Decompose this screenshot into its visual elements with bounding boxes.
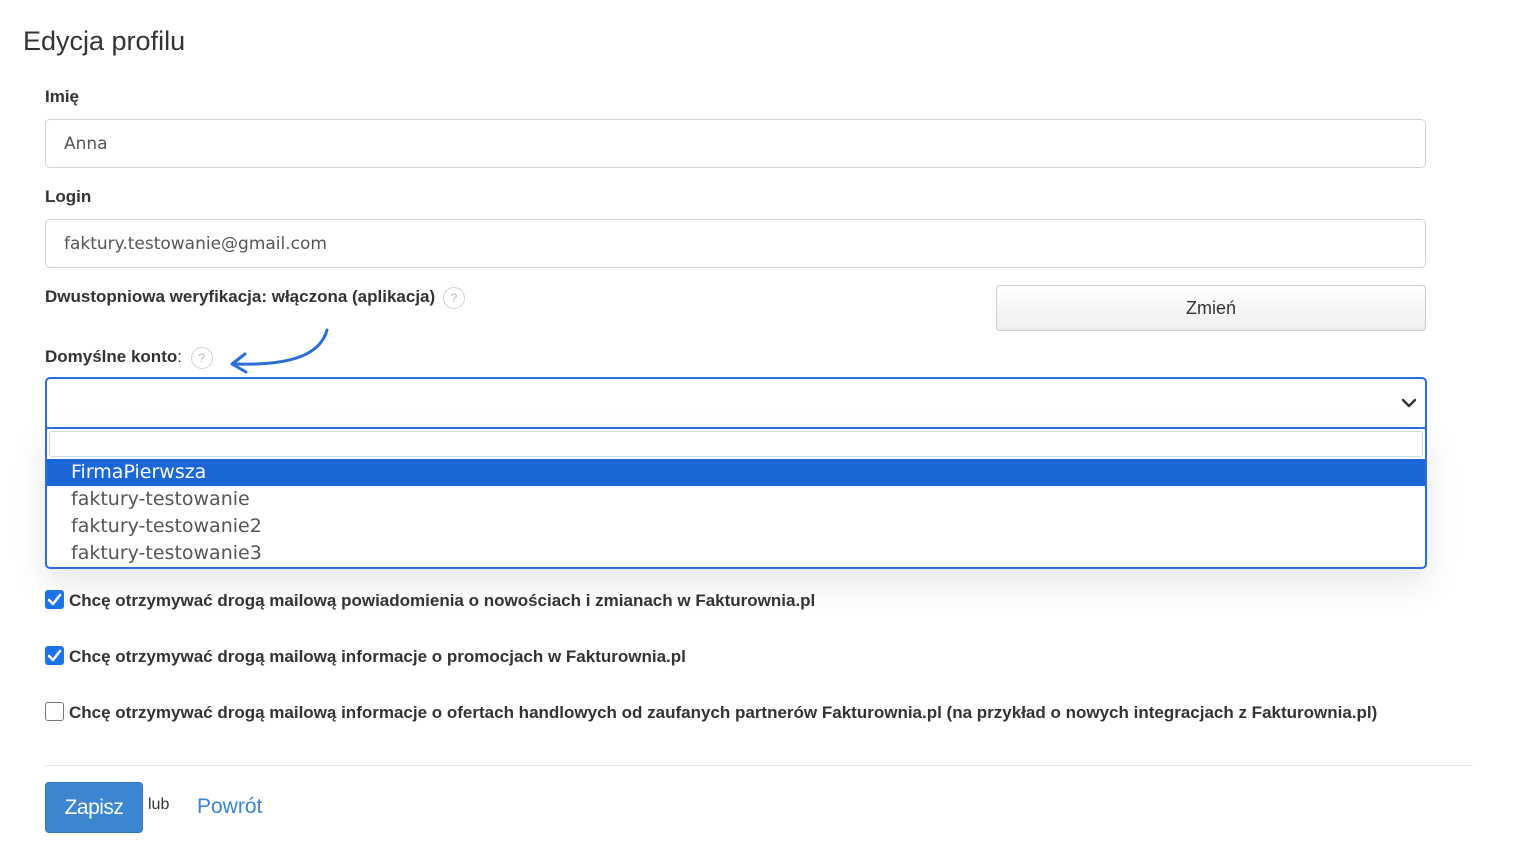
back-link[interactable]: Powrót bbox=[197, 795, 262, 819]
save-button[interactable]: Zapisz bbox=[45, 782, 143, 833]
dropdown-option[interactable]: FirmaPierwsza bbox=[47, 459, 1425, 486]
default-account-dropdown: FirmaPierwsza faktury-testowanie faktury… bbox=[45, 429, 1427, 569]
partners-offers-checkbox[interactable] bbox=[45, 702, 64, 721]
question-circle-icon[interactable]: ? bbox=[190, 346, 213, 369]
newsletter-news-checkbox[interactable] bbox=[45, 590, 64, 609]
two-factor-text: Dwustopniowa weryfikacja: włączona (apli… bbox=[45, 287, 436, 306]
page-title: Edycja profilu bbox=[23, 26, 186, 56]
promotions-label: Chcę otrzymywać drogą mailową informacje… bbox=[69, 647, 686, 666]
dropdown-option[interactable]: faktury-testowanie2 bbox=[47, 513, 1425, 540]
change-two-factor-button[interactable]: Zmień bbox=[996, 285, 1426, 331]
question-circle-icon[interactable]: ? bbox=[442, 286, 465, 309]
name-label: Imię bbox=[45, 87, 80, 106]
default-account-select[interactable] bbox=[45, 377, 1427, 429]
dropdown-option[interactable]: faktury-testowanie bbox=[47, 486, 1425, 513]
curved-arrow-icon bbox=[230, 328, 329, 374]
default-account-label: Domyślne konto: ? bbox=[45, 346, 213, 369]
promotions-checkbox[interactable] bbox=[45, 646, 64, 665]
promotions-row: Chcę otrzymywać drogą mailową informacje… bbox=[45, 646, 686, 668]
two-factor-label: Dwustopniowa weryfikacja: włączona (apli… bbox=[45, 286, 465, 309]
name-input[interactable] bbox=[45, 119, 1426, 168]
dropdown-option[interactable]: faktury-testowanie3 bbox=[47, 540, 1425, 567]
partners-offers-row: Chcę otrzymywać drogą mailową informacje… bbox=[45, 702, 1377, 724]
newsletter-news-label: Chcę otrzymywać drogą mailową powiadomie… bbox=[69, 591, 816, 610]
login-label: Login bbox=[45, 187, 92, 206]
or-text: lub bbox=[148, 796, 170, 813]
chevron-down-icon bbox=[1401, 398, 1417, 408]
default-account-label-text: Domyślne konto bbox=[45, 347, 178, 366]
newsletter-news-row: Chcę otrzymywać drogą mailową powiadomie… bbox=[45, 590, 815, 612]
login-input[interactable] bbox=[45, 219, 1426, 268]
partners-offers-label: Chcę otrzymywać drogą mailową informacje… bbox=[69, 703, 1378, 722]
divider bbox=[45, 765, 1473, 766]
dropdown-search-input[interactable] bbox=[49, 431, 1423, 457]
label-colon: : bbox=[177, 347, 182, 366]
